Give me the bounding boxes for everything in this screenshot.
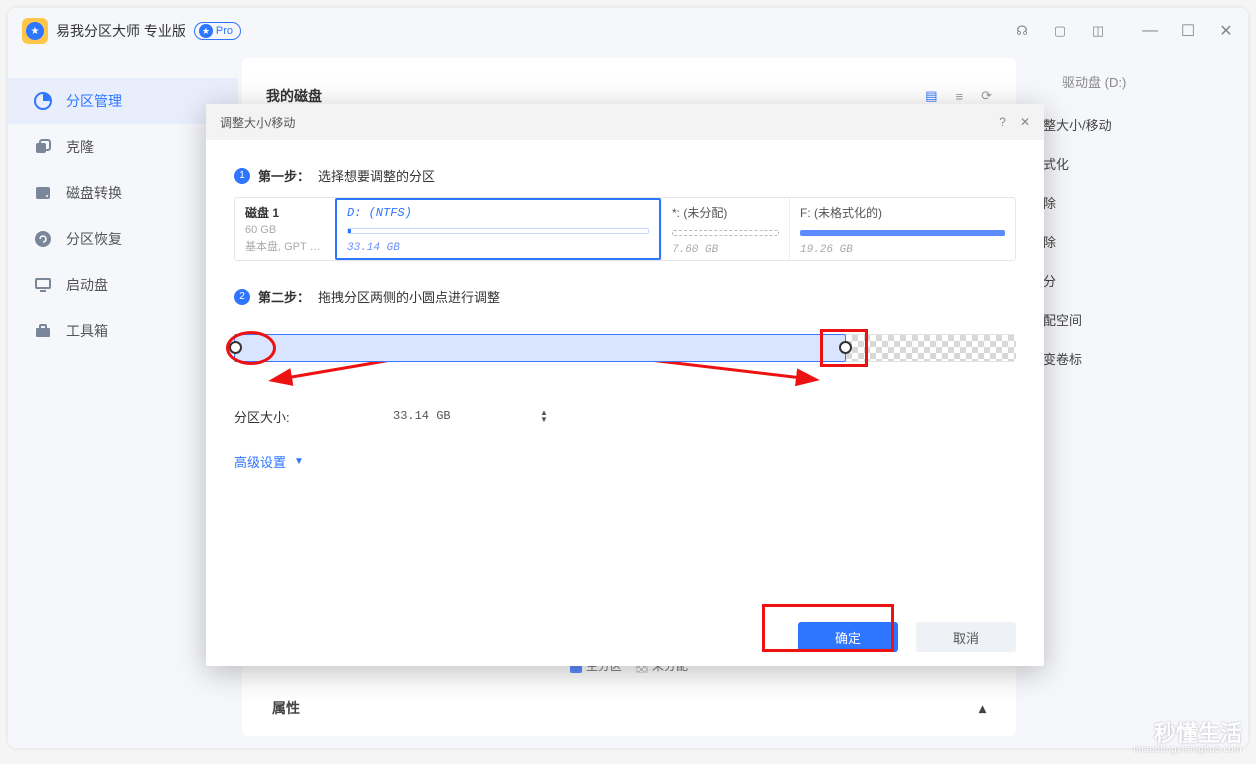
ctx-allocate[interactable]: 分配空间 — [1030, 300, 1228, 339]
support-icon[interactable]: ☊ — [1014, 23, 1030, 39]
step-1: 1 第一步： 选择想要调整的分区 — [234, 166, 1016, 185]
ctx-wipe[interactable]: 擦除 — [1030, 222, 1228, 261]
clone-icon — [34, 138, 52, 156]
ctx-split[interactable]: 拆分 — [1030, 261, 1228, 300]
chevron-down-icon[interactable]: ▼ — [1030, 378, 1228, 400]
view-grid-icon[interactable]: ▤ — [925, 88, 937, 104]
annotation-rect — [820, 329, 868, 367]
modal-titlebar: 调整大小/移动 ? ✕ — [206, 104, 1044, 140]
ctx-label[interactable]: 改变卷标 — [1030, 339, 1228, 378]
step-2: 2 第二步： 拖拽分区两侧的小圆点进行调整 — [234, 287, 1016, 306]
sidebar-item-label: 分区恢复 — [66, 229, 122, 249]
sidebar: 分区管理 克隆 磁盘转换 分区恢复 启动盘 工具箱 — [8, 54, 238, 748]
size-input[interactable] — [384, 402, 514, 430]
sidebar-item-convert[interactable]: 磁盘转换 — [8, 170, 238, 216]
context-panel: 驱动盘 (D:) 调整大小/移动 格式化 删除 擦除 拆分 分配空间 改变卷标 … — [1026, 58, 1236, 736]
sidebar-item-toolbox[interactable]: 工具箱 — [8, 308, 238, 354]
sidebar-item-label: 克隆 — [66, 137, 94, 157]
annotation-oval — [226, 331, 276, 365]
note-icon[interactable]: ▢ — [1052, 23, 1068, 39]
disk-row: 磁盘 1 60 GB 基本盘, GPT … D: (NTFS) 33.14 GB… — [234, 197, 1016, 261]
app-icon: ★ — [22, 18, 48, 44]
monitor-icon — [34, 276, 52, 294]
sidebar-item-clone[interactable]: 克隆 — [8, 124, 238, 170]
sidebar-item-label: 磁盘转换 — [66, 183, 122, 203]
advanced-settings-link[interactable]: 高级设置▼ — [234, 452, 304, 471]
pro-badge: ★Pro — [194, 22, 241, 40]
modal-title: 调整大小/移动 — [220, 114, 295, 131]
cancel-button[interactable]: 取消 — [916, 622, 1016, 652]
sidebar-item-label: 分区管理 — [66, 91, 122, 111]
size-label: 分区大小: — [234, 407, 354, 426]
step-num-2: 2 — [234, 289, 250, 305]
watermark: 秒懂生活 miaodongshenghuo.com — [1133, 723, 1242, 754]
step-num-1: 1 — [234, 168, 250, 184]
pie-icon — [34, 92, 52, 110]
sidebar-item-label: 工具箱 — [66, 321, 108, 341]
recover-icon — [34, 230, 52, 248]
resize-slider[interactable] — [234, 324, 1016, 374]
partition-d[interactable]: D: (NTFS) 33.14 GB — [335, 198, 661, 260]
maximize-button[interactable]: ☐ — [1180, 23, 1196, 39]
ctx-format[interactable]: 格式化 — [1030, 144, 1228, 183]
minimize-button[interactable]: — — [1142, 23, 1158, 39]
panel-title: 我的磁盘 — [266, 86, 322, 106]
size-spinner[interactable]: ▲▼ — [540, 409, 548, 423]
properties-bar[interactable]: 属性▴ — [266, 682, 992, 718]
partition-f[interactable]: F: (未格式化的) 19.26 GB — [789, 198, 1015, 260]
help-icon[interactable]: ? — [999, 115, 1006, 129]
toolbox-icon — [34, 322, 52, 340]
ok-button[interactable]: 确定 — [798, 622, 898, 652]
disk-info: 磁盘 1 60 GB 基本盘, GPT … — [235, 198, 335, 260]
titlebar: ★ 易我分区大师 专业版 ★Pro ☊ ▢ ◫ — ☐ ✕ — [8, 8, 1248, 54]
modal-close-icon[interactable]: ✕ — [1020, 115, 1030, 129]
drive-label: 驱动盘 (D:) — [1030, 68, 1228, 105]
close-button[interactable]: ✕ — [1218, 23, 1234, 39]
resize-modal: 调整大小/移动 ? ✕ 1 第一步： 选择想要调整的分区 磁盘 1 60 GB … — [206, 104, 1044, 666]
refresh-icon[interactable]: ⟳ — [981, 88, 992, 104]
sidebar-item-bootdisk[interactable]: 启动盘 — [8, 262, 238, 308]
sidebar-item-recover[interactable]: 分区恢复 — [8, 216, 238, 262]
ctx-resize[interactable]: 调整大小/移动 — [1030, 105, 1228, 144]
sidebar-item-label: 启动盘 — [66, 275, 108, 295]
app-title: 易我分区大师 专业版 — [56, 21, 186, 41]
drive-icon — [34, 184, 52, 202]
ctx-delete[interactable]: 删除 — [1030, 183, 1228, 222]
sidebar-item-partition[interactable]: 分区管理 — [8, 78, 238, 124]
view-list-icon[interactable]: ≡ — [956, 89, 964, 104]
dropdown-icon[interactable]: ◫ — [1090, 23, 1106, 39]
partition-unallocated[interactable]: *: (未分配) 7.60 GB — [661, 198, 789, 260]
